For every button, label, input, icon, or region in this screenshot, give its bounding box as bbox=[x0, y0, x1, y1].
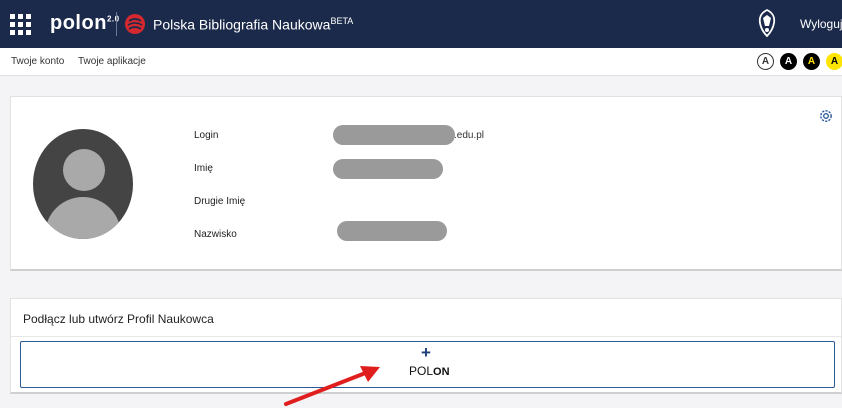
contrast-default-button[interactable]: A bbox=[757, 53, 774, 70]
header-divider bbox=[116, 12, 117, 36]
scientist-profile-card: Podłącz lub utwórz Profil Naukowca + POL… bbox=[10, 298, 842, 394]
connect-polon-button[interactable]: + POLON bbox=[20, 341, 835, 388]
gear-icon[interactable] bbox=[818, 108, 834, 124]
middle-name-label: Drugie Imię bbox=[194, 196, 246, 207]
crest-icon bbox=[758, 8, 776, 38]
top-navigation-bar: polon2.0 Polska Bibliografia NaukowaBETA… bbox=[0, 0, 842, 48]
apps-menu-button[interactable] bbox=[0, 0, 40, 48]
first-name-value-redacted bbox=[333, 159, 443, 179]
polon-button-label: POLON bbox=[409, 364, 450, 378]
contrast-yellow-black-button[interactable]: A bbox=[826, 53, 842, 70]
section-title: Podłącz lub utwórz Profil Naukowca bbox=[23, 312, 214, 326]
pbn-logo-icon bbox=[125, 14, 145, 34]
login-value-suffix: .edu.pl bbox=[454, 130, 485, 141]
annotation-arrow-icon bbox=[284, 366, 380, 406]
last-name-value-redacted bbox=[337, 221, 447, 241]
link-your-apps[interactable]: Twoje aplikacje bbox=[78, 56, 146, 67]
contrast-black-yellow-button[interactable]: A bbox=[803, 53, 820, 70]
avatar bbox=[33, 129, 133, 239]
logout-button[interactable]: Wyloguj bbox=[800, 17, 842, 31]
contrast-black-white-button[interactable]: A bbox=[780, 53, 797, 70]
section-divider bbox=[11, 336, 841, 337]
last-name-label: Nazwisko bbox=[194, 229, 237, 240]
polon-logo[interactable]: polon2.0 bbox=[50, 12, 120, 35]
login-value-redacted bbox=[333, 125, 455, 145]
first-name-label: Imię bbox=[194, 163, 213, 174]
account-subbar: Twoje konto Twoje aplikacje A A A A bbox=[0, 48, 842, 76]
login-label: Login bbox=[194, 130, 219, 141]
link-your-account[interactable]: Twoje konto bbox=[11, 56, 64, 67]
profile-card: Login .edu.pl Imię Drugie Imię Nazwisko bbox=[10, 96, 842, 271]
plus-icon: + bbox=[421, 343, 431, 362]
app-title: Polska Bibliografia NaukowaBETA bbox=[153, 16, 354, 33]
grid-icon bbox=[9, 13, 31, 35]
